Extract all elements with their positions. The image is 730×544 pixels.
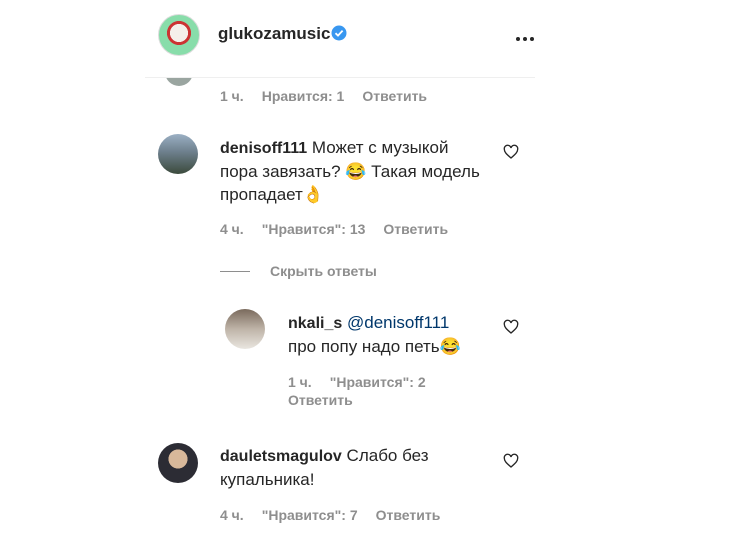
comment-avatar[interactable] — [158, 134, 198, 174]
more-options-icon[interactable] — [514, 30, 536, 41]
header-avatar[interactable] — [158, 14, 200, 56]
reply-button[interactable]: Ответить — [376, 507, 441, 523]
header-divider — [145, 77, 535, 78]
comment-likes[interactable]: Нравится: 1 — [262, 88, 345, 104]
verified-badge-icon — [331, 25, 347, 41]
reply-username[interactable]: nkali_s — [288, 315, 342, 332]
comment-text: купальника! — [220, 470, 315, 489]
comment-meta: 4 ч. "Нравится": 7 Ответить — [220, 507, 458, 523]
mention-link[interactable]: @denisoff111 — [347, 313, 449, 332]
reply-meta: 1 ч. "Нравится": 2 Ответить — [288, 373, 458, 409]
comment-text: Может с музыкой — [311, 138, 449, 157]
comment-body: denisoff111 Может с музыкой пора завязат… — [220, 136, 490, 206]
comment-username[interactable]: dauletsmagulov — [220, 448, 342, 465]
top-comment-meta: 1 ч. Нравится: 1 Ответить — [220, 88, 445, 104]
reply-body: nkali_s @denisoff111 про попу надо петь😂 — [288, 311, 488, 358]
hide-replies-line — [220, 271, 250, 272]
comment-text: пора завязать? 😂 Такая модель — [220, 162, 480, 181]
reply-avatar[interactable] — [225, 309, 265, 349]
hide-replies-button[interactable]: Скрыть ответы — [270, 263, 377, 279]
comment-likes[interactable]: "Нравится": 13 — [262, 221, 366, 237]
like-heart-icon[interactable] — [503, 453, 519, 474]
comment-text: Слабо без — [346, 446, 429, 465]
previous-comment-avatar — [165, 78, 193, 86]
header-username[interactable]: glukozamusic — [218, 24, 330, 44]
comment-time[interactable]: 4 ч. — [220, 221, 244, 237]
comment-meta: 4 ч. "Нравится": 13 Ответить — [220, 221, 466, 237]
reply-button[interactable]: Ответить — [362, 88, 427, 104]
reply-button[interactable]: Ответить — [288, 392, 353, 408]
comment-username[interactable]: denisoff111 — [220, 140, 307, 157]
comment-likes[interactable]: "Нравится": 7 — [262, 507, 358, 523]
like-heart-icon[interactable] — [503, 144, 519, 165]
comment-time[interactable]: 1 ч. — [220, 88, 244, 104]
comment-avatar[interactable] — [158, 443, 198, 483]
comment-likes[interactable]: "Нравится": 2 — [330, 374, 426, 390]
reply-text: про попу надо петь😂 — [288, 337, 461, 356]
comment-time[interactable]: 1 ч. — [288, 374, 312, 390]
reply-button[interactable]: Ответить — [383, 221, 448, 237]
comment-text: пропадает👌 — [220, 185, 324, 204]
like-heart-icon[interactable] — [503, 319, 519, 340]
comment-time[interactable]: 4 ч. — [220, 507, 244, 523]
comment-body: dauletsmagulov Слабо без купальника! — [220, 444, 490, 491]
